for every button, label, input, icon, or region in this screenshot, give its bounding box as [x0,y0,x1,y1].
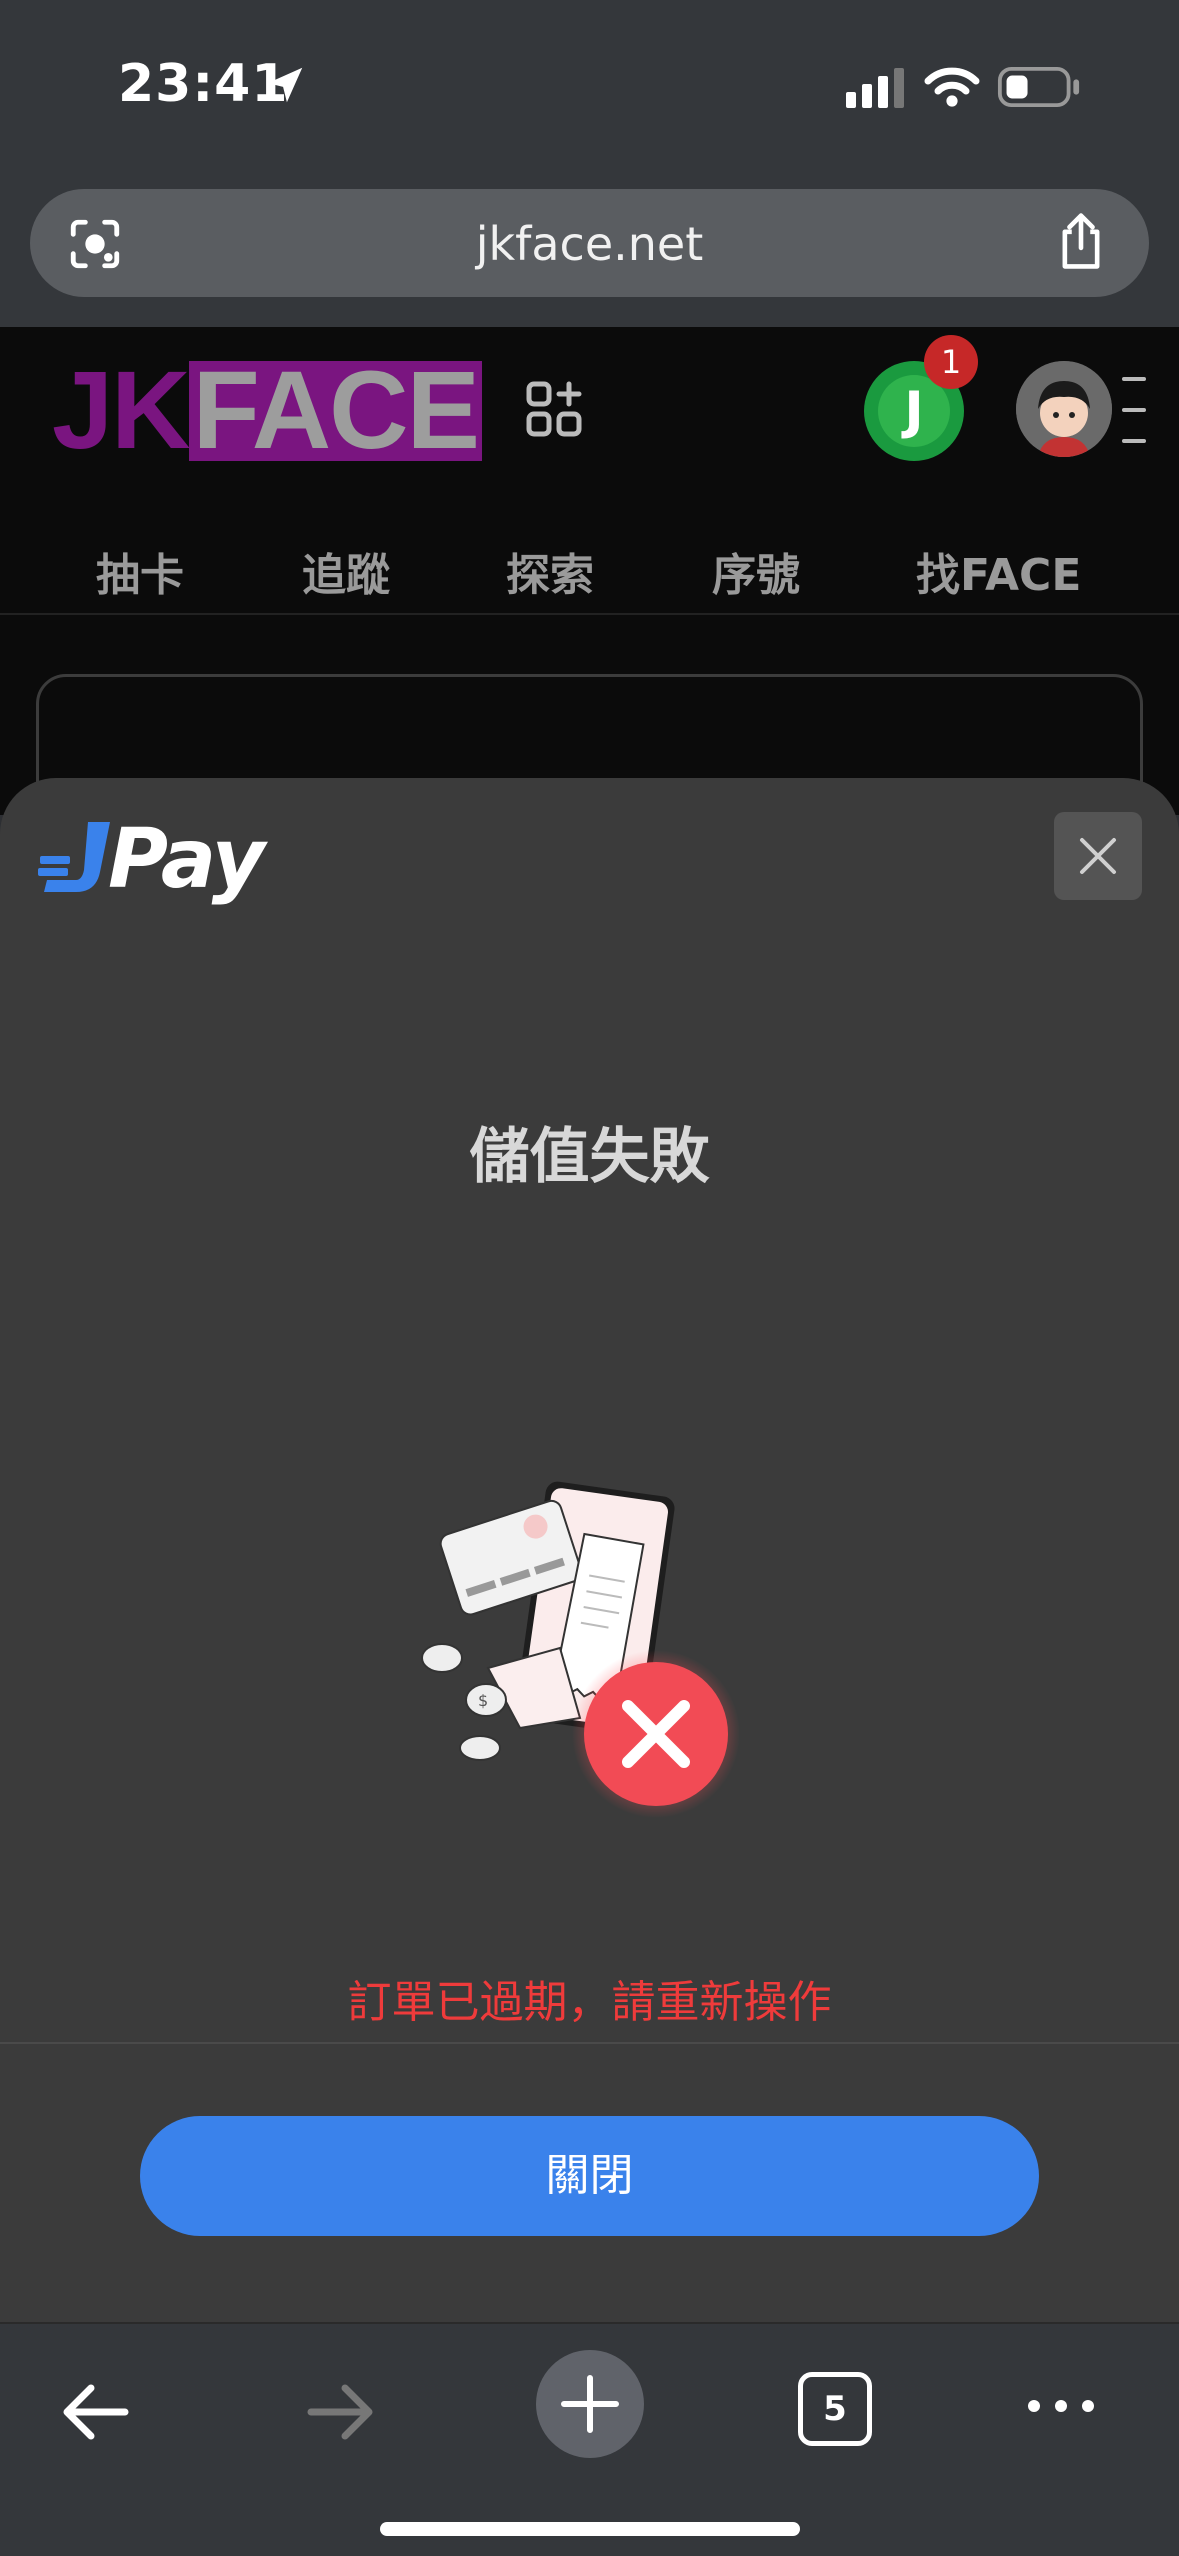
share-icon[interactable] [1053,211,1109,271]
close-icon [1080,838,1116,874]
tab-switcher-button[interactable]: 5 [798,2372,872,2446]
location-arrow-icon [267,67,303,103]
jpay-logo: Pay [36,812,292,907]
home-indicator[interactable] [380,2522,800,2536]
site-nav: 抽卡 追蹤 探索 序號 找FACE [0,517,1179,615]
status-bar: 23:41 [0,0,1179,175]
apps-grid-icon[interactable] [524,379,584,439]
nav-item-explore[interactable]: 探索 [506,539,594,603]
cell-signal-icon [846,68,904,108]
back-arrow-icon[interactable] [58,2380,132,2444]
more-icon[interactable] [1024,2394,1098,2418]
forward-arrow-icon[interactable] [304,2380,378,2444]
modal-divider [0,2042,1179,2044]
browser-url-area: jkface.net [0,175,1179,327]
modal-title: 儲值失敗 [469,1122,710,1192]
error-message: 訂單已過期，請重新操作 [347,1977,832,2028]
battery-icon [997,66,1080,108]
browser-toolbar: 5 [0,2322,1179,2556]
modal-close-button[interactable] [1054,812,1142,900]
logo-jk-text: JK [52,349,191,472]
plus-icon [561,2375,619,2433]
avatar[interactable] [1016,361,1112,457]
wifi-icon [924,67,980,107]
menu-icon[interactable] [1118,373,1148,447]
close-button[interactable]: 關閉 [140,2116,1039,2236]
nav-item-serial[interactable]: 序號 [712,539,800,603]
jpay-modal: Pay 儲值失敗 $ 訂單已過期，請重新操作 關閉 [0,778,1179,2322]
payment-failed-illustration: $ [421,1481,740,1818]
new-tab-button[interactable] [536,2350,644,2458]
url-text[interactable]: jkface.net [30,217,1149,271]
nav-item-draw[interactable]: 抽卡 [96,539,184,603]
jkface-logo[interactable]: JK FACE [52,349,482,472]
notification-badge: 1 [924,335,978,389]
address-bar[interactable]: jkface.net [30,189,1149,297]
jpay-brand-text: Pay [108,812,265,907]
svg-text:$: $ [478,1691,488,1710]
logo-face-text: FACE [188,356,482,466]
site-header: JK FACE J 1 抽卡 追蹤 探索 序號 找FACE [0,327,1179,615]
nav-item-find-face[interactable]: 找FACE [916,539,1081,603]
nav-item-follow[interactable]: 追蹤 [302,539,390,603]
avatar-icon [1016,361,1112,457]
